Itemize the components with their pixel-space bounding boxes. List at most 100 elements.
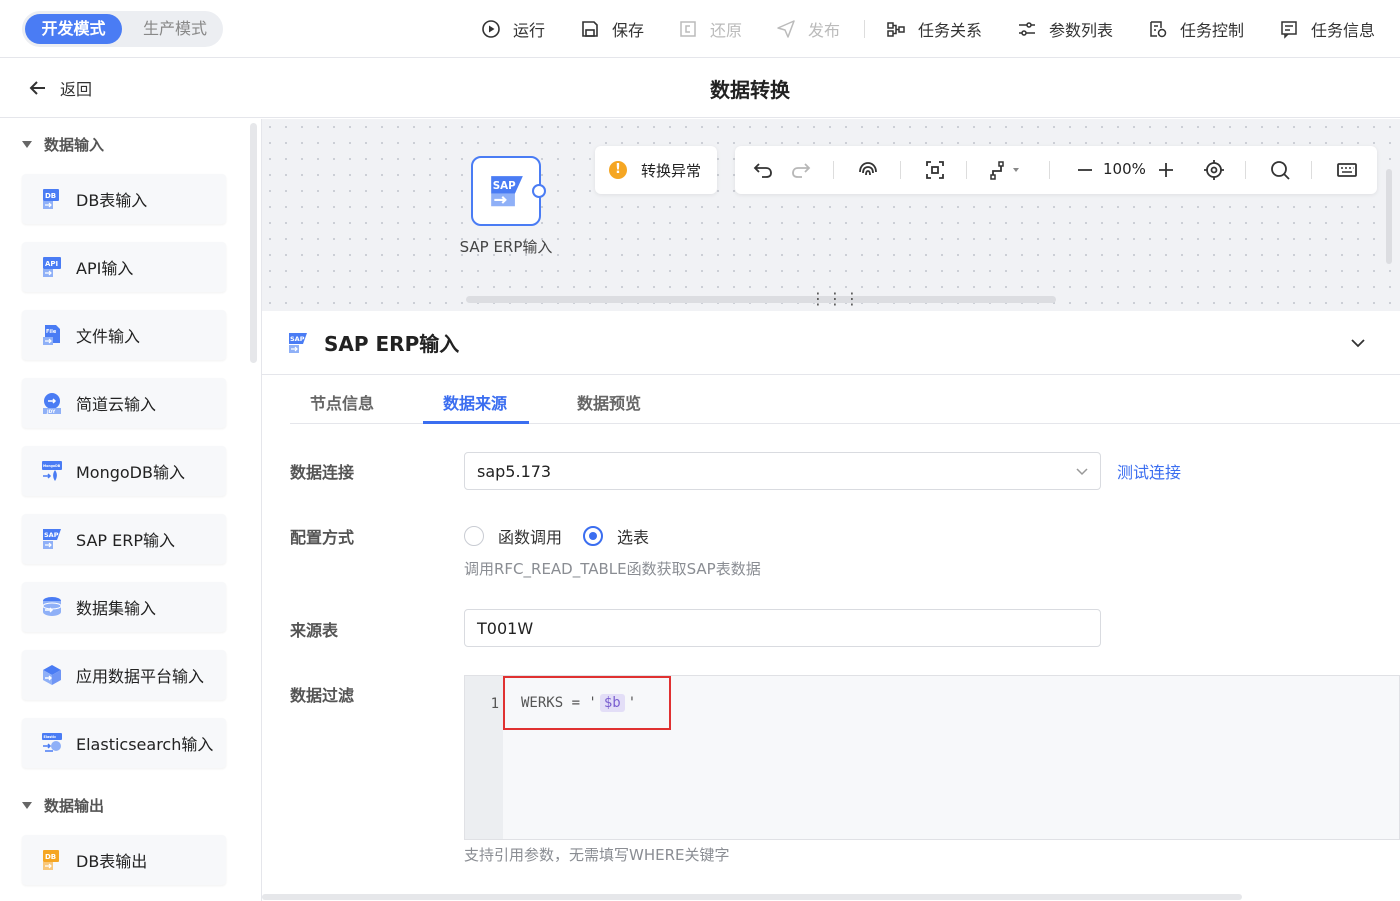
redo-icon[interactable]	[789, 158, 813, 182]
control-label: 任务控制	[1180, 21, 1245, 40]
sidebar-item-app-platform-input[interactable]: 应用数据平台输入	[22, 650, 226, 700]
sidebar-item-db-input[interactable]: DB DB表输入	[22, 174, 226, 224]
task-control-icon	[1150, 21, 1167, 38]
relation-icon	[887, 22, 905, 37]
sidebar: 数据输入 DB DB表输入 API API输入 File 文件输入 JDY 简道…	[0, 119, 262, 901]
tab-data-source[interactable]: 数据来源	[443, 390, 507, 414]
node-config-panel: SAP SAP ERP输入 节点信息 数据来源 数据预览 数据连接 sap5.1…	[262, 311, 1400, 901]
publish-button[interactable]: 发布	[776, 16, 840, 42]
sidebar-item-file-input[interactable]: File 文件输入	[22, 310, 226, 360]
sidebar-item-db-output[interactable]: DB DB表输出	[22, 835, 226, 885]
zoom-in-icon[interactable]	[1154, 158, 1178, 182]
panel-header: SAP SAP ERP输入	[262, 311, 1400, 375]
task-relation-button[interactable]: 任务关系	[886, 16, 982, 42]
conversion-error-badge[interactable]: ! 转换异常	[595, 146, 717, 194]
input-group-header[interactable]: 数据输入	[22, 134, 104, 155]
info-label: 任务信息	[1311, 21, 1376, 40]
canvas-horizontal-scrollbar[interactable]	[466, 296, 1056, 303]
sidebar-item-label: DB表输出	[76, 852, 148, 871]
connection-value: sap5.173	[477, 462, 552, 481]
alert-label: 转换异常	[641, 161, 702, 180]
task-info-button[interactable]: 任务信息	[1279, 16, 1375, 42]
source-table-input[interactable]: T001W	[464, 609, 1101, 647]
mode-switch: 开发模式 生产模式	[22, 11, 223, 47]
sidebar-item-jdy-input[interactable]: JDY 简道云输入	[22, 378, 226, 428]
revert-icon	[680, 21, 696, 37]
config-hint: 调用RFC_READ_TABLE函数获取SAP表数据	[464, 560, 761, 578]
back-label: 返回	[60, 80, 93, 99]
node-badge-text: SAP	[493, 180, 516, 192]
panel-badge-text: SAP	[290, 335, 305, 343]
sidebar-item-label: 简道云输入	[76, 395, 157, 414]
sap-icon: SAP	[289, 332, 307, 353]
task-control-button[interactable]: 任务控制	[1148, 16, 1244, 42]
mongodb-icon-text: MongoDB	[43, 464, 61, 468]
publish-label: 发布	[808, 21, 841, 40]
chevron-down-icon[interactable]	[1348, 333, 1368, 353]
output-group-header[interactable]: 数据输出	[22, 795, 104, 816]
radio-circle	[464, 526, 484, 546]
sidebar-scrollbar[interactable]	[250, 123, 257, 363]
save-label: 保存	[612, 21, 645, 40]
fit-view-icon[interactable]	[923, 158, 947, 182]
sidebar-item-dataset-input[interactable]: 数据集输入	[22, 582, 226, 632]
radio-circle-checked	[583, 526, 603, 546]
param-list-button[interactable]: 参数列表	[1017, 16, 1113, 42]
toolbar-divider	[1311, 161, 1312, 179]
warning-icon: !	[609, 161, 627, 179]
sap-icon: SAP	[491, 176, 523, 207]
sidebar-item-label: API输入	[76, 259, 134, 278]
search-icon[interactable]	[1268, 158, 1292, 182]
highlight-annotation-box	[503, 676, 671, 730]
node-output-port[interactable]	[532, 184, 546, 198]
panel-title-wrap: SAP SAP ERP输入	[286, 328, 459, 357]
db-icon: DB	[43, 189, 59, 209]
canvas-vertical-scrollbar[interactable]	[1386, 169, 1392, 264]
connection-select[interactable]: sap5.173	[464, 452, 1101, 490]
file-icon-text: File	[46, 329, 57, 335]
send-icon	[777, 20, 795, 38]
toolbar-divider	[864, 20, 865, 38]
page-title: 数据转换	[710, 78, 790, 102]
config-method-label: 配置方式	[290, 528, 355, 547]
api-icon: API	[43, 257, 61, 277]
info-doc-icon	[1281, 21, 1297, 39]
resize-handle-icon[interactable]: ⋮⋮⋮	[810, 291, 861, 307]
radio-table-label: 选表	[617, 528, 650, 547]
save-button[interactable]: 保存	[580, 16, 644, 42]
toolbar-divider	[833, 161, 834, 179]
tab-data-preview[interactable]: 数据预览	[577, 390, 641, 414]
sidebar-item-label: SAP ERP输入	[76, 531, 176, 550]
prod-mode-button[interactable]: 生产模式	[130, 14, 220, 44]
test-connection-link[interactable]: 测试连接	[1117, 459, 1181, 483]
revert-button[interactable]: 还原	[678, 16, 742, 42]
radio-function-call[interactable]: 函数调用	[464, 524, 562, 548]
zoom-out-icon[interactable]	[1073, 158, 1097, 182]
keyboard-icon[interactable]	[1335, 158, 1359, 182]
sidebar-item-elasticsearch-input[interactable]: Elastic Elasticsearch输入	[22, 718, 226, 768]
save-icon	[582, 21, 598, 37]
line-number: 1	[490, 696, 499, 712]
panel-horizontal-scrollbar[interactable]	[262, 894, 1242, 900]
flow-canvas[interactable]: SAP SAP ERP输入 ! 转换异常 100% ⋮⋮⋮	[262, 119, 1400, 311]
run-button[interactable]: 运行	[481, 16, 545, 42]
panel-tabs: 节点信息 数据来源 数据预览	[290, 375, 1400, 424]
sap-erp-node[interactable]: SAP	[471, 156, 541, 226]
elasticsearch-icon-text: Elastic	[44, 735, 57, 739]
collapse-caret-icon	[22, 802, 32, 809]
undo-icon[interactable]	[751, 158, 775, 182]
connector-style-icon[interactable]	[988, 158, 1024, 182]
sidebar-item-mongodb-input[interactable]: MongoDB MongoDB输入	[22, 446, 226, 496]
radio-select-table[interactable]: 选表	[583, 524, 649, 548]
zoom-level: 100%	[1103, 160, 1146, 178]
fingerprint-icon[interactable]	[856, 158, 880, 182]
dev-mode-button[interactable]: 开发模式	[25, 14, 122, 44]
locate-icon[interactable]	[1202, 158, 1226, 182]
tab-node-info[interactable]: 节点信息	[310, 390, 374, 414]
params-label: 参数列表	[1049, 21, 1114, 40]
sidebar-item-sap-input[interactable]: SAP SAP ERP输入	[22, 514, 226, 564]
jdy-icon: JDY	[43, 393, 61, 415]
sidebar-item-api-input[interactable]: API API输入	[22, 242, 226, 292]
revert-label: 还原	[710, 21, 743, 40]
back-button[interactable]: 返回	[28, 76, 92, 100]
